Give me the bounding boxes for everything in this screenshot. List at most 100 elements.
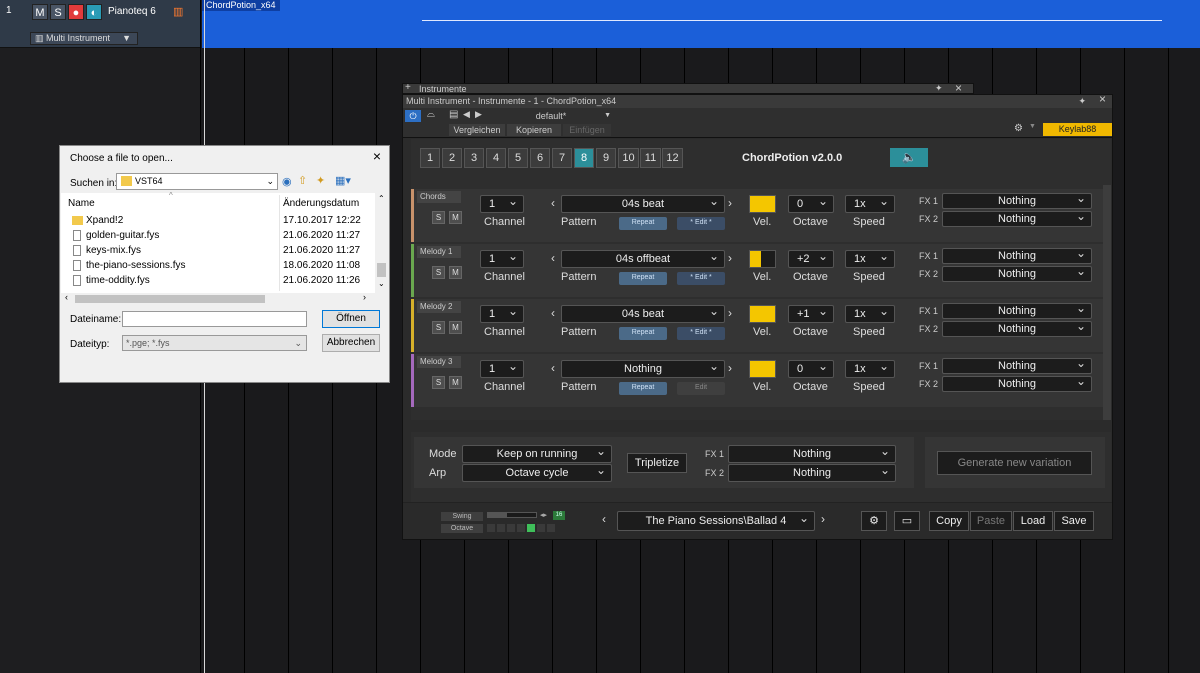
file-row[interactable]: golden-guitar.fys 21.06.2020 11:27 — [61, 228, 375, 243]
filename-input[interactable] — [122, 311, 307, 327]
scroll-thumb-h[interactable] — [75, 295, 265, 303]
close-icon[interactable]: × — [373, 148, 381, 164]
pattern-dropdown[interactable]: 04s offbeat — [561, 248, 725, 268]
track-name[interactable]: Pianoteq 6 — [108, 6, 156, 17]
scroll-thumb[interactable] — [377, 263, 386, 277]
arp-dropdown[interactable]: Octave cycle — [462, 462, 612, 482]
close-icon[interactable]: × — [1099, 93, 1106, 106]
tripletize-button[interactable]: Tripletize — [627, 453, 687, 473]
lane-mute-button[interactable]: M — [449, 211, 462, 224]
paste-preset-button[interactable]: Einfügen — [563, 124, 611, 136]
pin-icon[interactable]: ✦ — [935, 83, 943, 94]
tab-2[interactable]: 2 — [442, 148, 462, 168]
midi-clip[interactable]: ChordPotion_x64 — [202, 0, 1200, 48]
horizontal-scrollbar[interactable]: ‹ › — [61, 292, 388, 305]
tab-8[interactable]: 8 — [574, 148, 594, 168]
fx2-dropdown[interactable]: Nothing — [942, 264, 1092, 282]
repeat-button[interactable]: Repeat — [619, 217, 667, 230]
plus-icon[interactable]: + — [405, 82, 411, 93]
instruments-panel-header[interactable]: + Instrumente ✦ × — [402, 81, 974, 95]
velocity-box[interactable] — [749, 195, 776, 213]
up-folder-icon[interactable]: ⇧ — [298, 174, 307, 187]
channel-dropdown[interactable]: 1 — [480, 358, 524, 378]
column-date[interactable]: Änderungsdatum — [283, 198, 359, 209]
open-button[interactable]: Öffnen — [322, 310, 380, 328]
edit-button[interactable]: * Edit * — [677, 217, 725, 230]
fx2-dropdown[interactable]: Nothing — [942, 209, 1092, 227]
speed-dropdown[interactable]: 1x — [845, 358, 895, 378]
repeat-button[interactable]: Repeat — [619, 327, 667, 340]
pattern-dropdown[interactable]: 04s beat — [561, 193, 725, 213]
vertical-scrollbar[interactable]: ⌃ ⌄ — [375, 193, 388, 293]
settings-gear-icon[interactable]: ⚙ — [861, 511, 887, 531]
copy-button[interactable]: Copy — [929, 511, 969, 531]
speed-dropdown[interactable]: 1x — [845, 248, 895, 268]
preset-file-icon[interactable]: ▤ — [449, 109, 458, 120]
gear-icon[interactable]: ⚙ — [1014, 123, 1023, 134]
octave-dropdown[interactable]: 0 — [788, 193, 834, 213]
next-preset-icon[interactable]: ▶ — [475, 109, 482, 120]
fx1-dropdown[interactable]: Nothing — [942, 191, 1092, 209]
lane-solo-button[interactable]: S — [432, 211, 445, 224]
lane-name[interactable]: Melody 3 — [417, 356, 461, 368]
lane-mute-button[interactable]: M — [449, 266, 462, 279]
prev-pattern-icon[interactable]: ‹ — [551, 361, 555, 375]
repeat-button[interactable]: Repeat — [619, 382, 667, 395]
pattern-dropdown[interactable]: Nothing — [561, 358, 725, 378]
speed-dropdown[interactable]: 1x — [845, 193, 895, 213]
edit-button[interactable]: * Edit * — [677, 272, 725, 285]
lane-name[interactable]: Melody 2 — [417, 301, 461, 313]
load-button[interactable]: Load — [1013, 511, 1053, 531]
chevron-down-icon[interactable]: ▼ — [1029, 123, 1036, 130]
back-icon[interactable]: ◉ — [282, 175, 292, 188]
octave-meter[interactable] — [487, 524, 563, 532]
copy-preset-button[interactable]: Kopieren — [507, 124, 561, 136]
next-preset-arrow-icon[interactable]: › — [821, 512, 825, 526]
track-header[interactable]: 1 M S ● ◐ Pianoteq 6 ▥ ▥ Multi Instrumen… — [0, 0, 200, 48]
mute-button[interactable]: M — [32, 4, 48, 20]
speed-dropdown[interactable]: 1x — [845, 303, 895, 323]
prev-pattern-icon[interactable]: ‹ — [551, 251, 555, 265]
look-in-select[interactable]: VST64 ⌄ — [116, 173, 278, 190]
record-button[interactable]: ● — [68, 4, 84, 20]
column-name[interactable]: Name — [68, 198, 95, 209]
generate-variation-button[interactable]: Generate new variation — [937, 451, 1092, 475]
preset-selector[interactable]: default* ▼ — [489, 110, 613, 122]
plugin-title-bar[interactable]: Multi Instrument - Instrumente - 1 - Cho… — [403, 93, 1112, 108]
tab-5[interactable]: 5 — [508, 148, 528, 168]
scroll-up-icon[interactable]: ⌃ — [378, 194, 385, 203]
next-pattern-icon[interactable]: › — [728, 196, 732, 210]
channel-dropdown[interactable]: 1 — [480, 193, 524, 213]
save-button[interactable]: Save — [1054, 511, 1094, 531]
mode-dropdown[interactable]: Keep on running — [462, 443, 612, 463]
lane-solo-button[interactable]: S — [432, 266, 445, 279]
repeat-button[interactable]: Repeat — [619, 272, 667, 285]
pin-icon[interactable]: ✦ — [1078, 95, 1086, 108]
edit-button[interactable]: * Edit * — [677, 327, 725, 340]
lane-name[interactable]: Chords — [417, 191, 461, 203]
device-label[interactable]: Keylab88 — [1043, 123, 1112, 136]
next-pattern-icon[interactable]: › — [728, 306, 732, 320]
lane-solo-button[interactable]: S — [432, 321, 445, 334]
channel-dropdown[interactable]: 1 — [480, 248, 524, 268]
fx1-dropdown[interactable]: Nothing — [942, 356, 1092, 374]
file-row[interactable]: the-piano-sessions.fys 18.06.2020 11:08 — [61, 258, 375, 273]
next-pattern-icon[interactable]: › — [728, 251, 732, 265]
close-icon[interactable]: × — [955, 81, 962, 95]
lane-solo-button[interactable]: S — [432, 376, 445, 389]
view-menu-icon[interactable]: ▦▾ — [335, 174, 351, 187]
tab-12[interactable]: 12 — [662, 148, 683, 168]
tab-10[interactable]: 10 — [618, 148, 639, 168]
bypass-icon[interactable]: ⌓ — [427, 109, 435, 120]
cancel-button[interactable]: Abbrechen — [322, 334, 380, 352]
fx1-dropdown[interactable]: Nothing — [942, 246, 1092, 264]
file-row[interactable]: Xpand!2 17.10.2017 12:22 — [61, 213, 375, 228]
lane-mute-button[interactable]: M — [449, 321, 462, 334]
tab-7[interactable]: 7 — [552, 148, 572, 168]
paste-button[interactable]: Paste — [970, 511, 1012, 531]
monitor-button[interactable]: ◐ — [86, 4, 102, 20]
file-row[interactable]: keys-mix.fys 21.06.2020 11:27 — [61, 243, 375, 258]
octave-dropdown[interactable]: 0 — [788, 358, 834, 378]
clipboard-icon[interactable]: ▭ — [894, 511, 920, 531]
edit-button[interactable]: Edit — [677, 382, 725, 395]
